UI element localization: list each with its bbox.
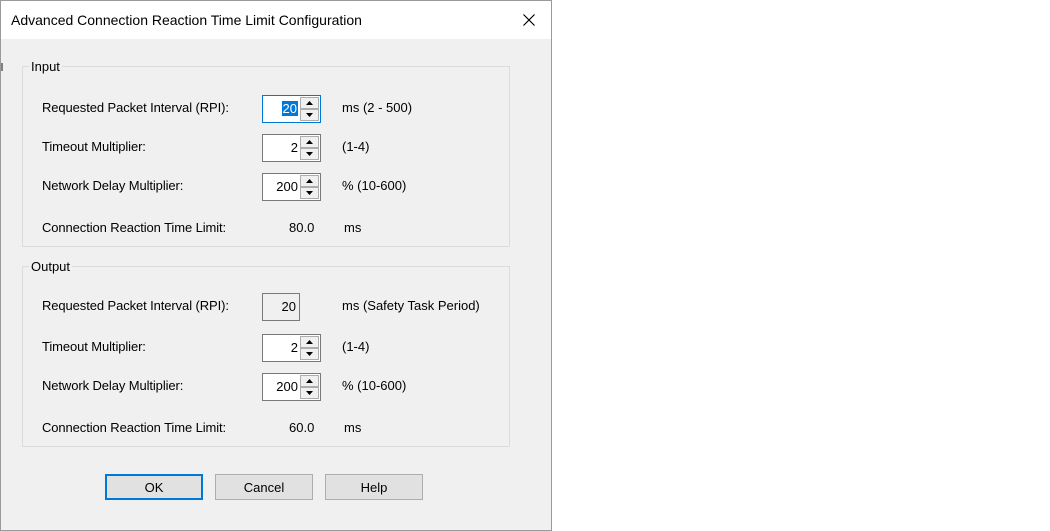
input-rpi-label: Requested Packet Interval (RPI): bbox=[42, 100, 229, 115]
output-crtl-unit: ms bbox=[344, 420, 362, 435]
chevron-down-icon bbox=[306, 191, 313, 195]
output-network-delay-up-button[interactable] bbox=[300, 375, 319, 387]
input-network-delay-label: Network Delay Multiplier: bbox=[42, 178, 184, 193]
close-icon bbox=[523, 14, 535, 26]
input-timeout-down-button[interactable] bbox=[300, 148, 319, 160]
output-timeout-down-button[interactable] bbox=[300, 348, 319, 360]
output-rpi-label: Requested Packet Interval (RPI): bbox=[42, 298, 229, 313]
input-timeout-spinner[interactable]: 2 bbox=[262, 134, 321, 162]
input-rpi-up-button[interactable] bbox=[300, 97, 319, 109]
input-network-delay-value[interactable]: 200 bbox=[276, 179, 298, 194]
chevron-up-icon bbox=[306, 140, 313, 144]
input-timeout-row: Timeout Multiplier: 2 (1-4) bbox=[23, 134, 509, 162]
input-crtl-label: Connection Reaction Time Limit: bbox=[42, 220, 227, 235]
output-timeout-row: Timeout Multiplier: 2 (1-4) bbox=[23, 334, 509, 362]
input-network-delay-unit: % (10-600) bbox=[342, 178, 407, 193]
chevron-down-icon bbox=[306, 113, 313, 117]
output-timeout-value[interactable]: 2 bbox=[291, 340, 298, 355]
dialog-title: Advanced Connection Reaction Time Limit … bbox=[11, 12, 362, 28]
output-timeout-spinner[interactable]: 2 bbox=[262, 334, 321, 362]
input-timeout-value[interactable]: 2 bbox=[291, 140, 298, 155]
input-network-delay-spinner[interactable]: 200 bbox=[262, 173, 321, 201]
output-network-delay-unit: % (10-600) bbox=[342, 378, 407, 393]
cancel-button[interactable]: Cancel bbox=[215, 474, 313, 500]
chevron-up-icon bbox=[306, 179, 313, 183]
output-legend: Output bbox=[31, 259, 71, 274]
output-network-delay-label: Network Delay Multiplier: bbox=[42, 378, 184, 393]
input-crtl-value: 80.0 bbox=[289, 220, 315, 235]
input-timeout-up-button[interactable] bbox=[300, 136, 319, 148]
chevron-down-icon bbox=[306, 352, 313, 356]
output-crtl-value: 60.0 bbox=[289, 420, 315, 435]
chevron-up-icon bbox=[306, 101, 313, 105]
output-network-delay-row: Network Delay Multiplier: 200 % (10-600) bbox=[23, 373, 509, 401]
input-timeout-unit: (1-4) bbox=[342, 139, 370, 154]
output-rpi-value: 20 bbox=[281, 299, 296, 314]
output-timeout-label: Timeout Multiplier: bbox=[42, 339, 146, 354]
title-bar: Advanced Connection Reaction Time Limit … bbox=[1, 1, 551, 39]
edge-mark bbox=[1, 63, 3, 71]
output-network-delay-down-button[interactable] bbox=[300, 387, 319, 399]
input-rpi-row: Requested Packet Interval (RPI): 20 ms (… bbox=[23, 95, 509, 123]
input-timeout-label: Timeout Multiplier: bbox=[42, 139, 146, 154]
input-network-delay-row: Network Delay Multiplier: 200 % (10-600) bbox=[23, 173, 509, 201]
input-network-delay-down-button[interactable] bbox=[300, 187, 319, 199]
output-timeout-up-button[interactable] bbox=[300, 336, 319, 348]
input-crtl-unit: ms bbox=[344, 220, 362, 235]
output-rpi-unit: ms (Safety Task Period) bbox=[342, 298, 480, 313]
output-crtl-label: Connection Reaction Time Limit: bbox=[42, 420, 227, 435]
input-rpi-down-button[interactable] bbox=[300, 109, 319, 121]
chevron-down-icon bbox=[306, 152, 313, 156]
chevron-up-icon bbox=[306, 379, 313, 383]
close-button[interactable] bbox=[507, 1, 551, 39]
output-network-delay-value[interactable]: 200 bbox=[276, 379, 298, 394]
input-crtl-row: Connection Reaction Time Limit: 80.0 ms bbox=[23, 215, 509, 243]
output-rpi-field: 20 bbox=[262, 293, 300, 321]
ok-button[interactable]: OK bbox=[105, 474, 203, 500]
input-group: Input Requested Packet Interval (RPI): 2… bbox=[22, 59, 510, 247]
output-group: Output Requested Packet Interval (RPI): … bbox=[22, 259, 510, 447]
output-rpi-row: Requested Packet Interval (RPI): 20 ms (… bbox=[23, 293, 509, 321]
input-legend: Input bbox=[31, 59, 60, 74]
input-rpi-unit: ms (2 - 500) bbox=[342, 100, 413, 115]
input-network-delay-up-button[interactable] bbox=[300, 175, 319, 187]
output-timeout-unit: (1-4) bbox=[342, 339, 370, 354]
output-crtl-row: Connection Reaction Time Limit: 60.0 ms bbox=[23, 415, 509, 443]
help-button[interactable]: Help bbox=[325, 474, 423, 500]
dialog-window: Advanced Connection Reaction Time Limit … bbox=[0, 0, 552, 531]
output-network-delay-spinner[interactable]: 200 bbox=[262, 373, 321, 401]
chevron-down-icon bbox=[306, 391, 313, 395]
input-rpi-spinner[interactable]: 20 bbox=[262, 95, 321, 123]
input-rpi-value[interactable]: 20 bbox=[281, 101, 298, 116]
chevron-up-icon bbox=[306, 340, 313, 344]
